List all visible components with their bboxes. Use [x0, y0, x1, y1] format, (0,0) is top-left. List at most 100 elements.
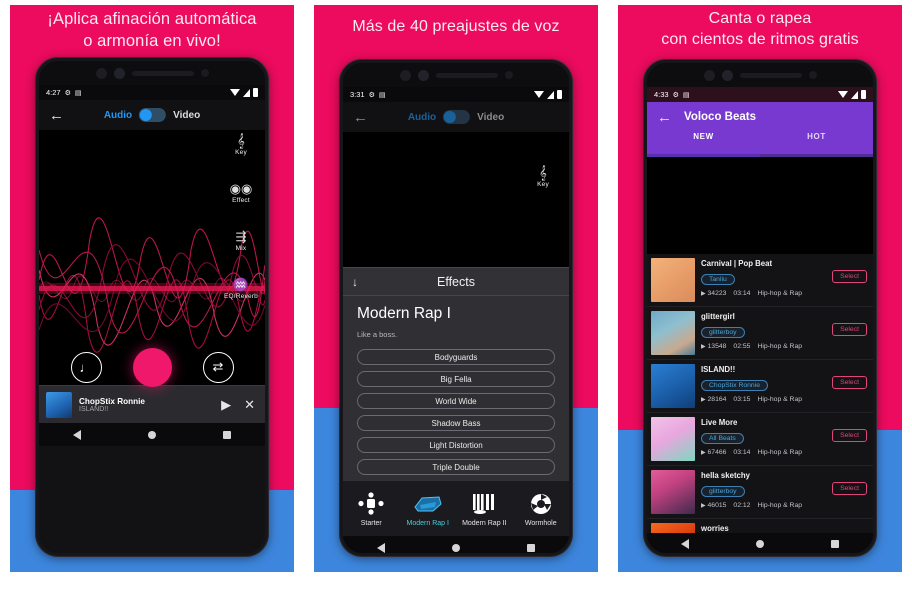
effect-item[interactable]: World Wide	[357, 393, 555, 409]
status-bar-left: 4:27 ⚙ ▤	[46, 88, 82, 97]
list-item[interactable]: hella sketchy glitterboy ▶ 46015 02:12 H…	[647, 466, 873, 519]
close-icon[interactable]: ✕	[241, 397, 258, 413]
tab-modern-rap-1[interactable]: Modern Rap I	[400, 490, 457, 527]
key-label: Key	[235, 149, 247, 156]
side-tool-effect[interactable]: ◉◉ Effect	[230, 182, 253, 205]
beats-list[interactable]: Carnival | Pop Beat Tanliu ▶ 34223 03:14…	[647, 253, 873, 533]
play-count: ▶ 34223	[701, 290, 726, 297]
nav-home-icon[interactable]	[451, 543, 460, 552]
settings-gear-icon: ⚙	[672, 91, 679, 99]
phone-bezel-top	[39, 61, 265, 85]
signal-icon	[851, 90, 858, 99]
nav-back-icon[interactable]	[72, 429, 81, 440]
beat-stats: ▶ 34223 03:14 Hip-hop & Rap	[701, 290, 867, 297]
beat-artist-tag[interactable]: glitterboy	[701, 326, 745, 338]
audio-label[interactable]: Audio	[104, 110, 132, 121]
nav-home-icon[interactable]	[755, 540, 764, 548]
arrow-down-icon[interactable]: ↓	[352, 275, 358, 289]
wifi-icon	[230, 89, 240, 96]
effect-item[interactable]: Light Distortion	[357, 437, 555, 453]
beat-duration: 03:14	[733, 448, 751, 456]
tab-new[interactable]: NEW	[647, 132, 760, 154]
audio-video-switch[interactable]	[443, 110, 471, 124]
proximity-sensor-icon	[200, 69, 209, 77]
frame-top	[0, 0, 304, 5]
beat-genre: Hip-hop & Rap	[757, 289, 803, 297]
beat-artwork	[651, 363, 695, 408]
app-screen-3: Carnival | Pop Beat Tanliu ▶ 34223 03:14…	[647, 156, 873, 553]
headline-line-1: Canta o rapea	[708, 10, 812, 27]
video-label[interactable]: Video	[173, 110, 200, 121]
back-arrow-icon[interactable]: ←	[657, 110, 672, 125]
beat-artist-tag[interactable]: glitterboy	[701, 485, 745, 497]
nav-back-icon[interactable]	[376, 542, 385, 553]
earpiece-speaker	[435, 72, 498, 78]
music-note-icon[interactable]: ♩	[70, 351, 102, 383]
now-playing-artwork	[46, 391, 72, 418]
nav-back-icon[interactable]	[680, 539, 689, 549]
headline-line-1: Más de 40 preajustes de voz	[352, 18, 560, 35]
select-button[interactable]: Select	[832, 269, 867, 283]
battery-icon	[253, 88, 258, 97]
frame-right	[902, 0, 912, 590]
tab-wormhole-label: Wormhole	[524, 520, 557, 527]
effect-item[interactable]: Shadow Bass	[357, 415, 555, 431]
effect-item[interactable]: Big Fella	[357, 371, 555, 387]
play-icon[interactable]: ▶	[218, 397, 234, 413]
panel-2-headline: Más de 40 preajustes de voz	[304, 16, 608, 37]
beat-title: glittergirl	[701, 311, 735, 321]
effects-sheet-title: Effects	[437, 274, 475, 289]
effect-item[interactable]: Triple Double	[357, 459, 555, 475]
audio-label[interactable]: Audio	[408, 112, 436, 123]
nav-home-icon[interactable]	[147, 430, 156, 439]
list-item[interactable]: Live More All Beats ▶ 67466 03:14 Hip-ho…	[647, 413, 873, 466]
list-item[interactable]: Carnival | Pop Beat Tanliu ▶ 34223 03:14…	[647, 254, 873, 307]
select-button[interactable]: Select	[832, 481, 867, 495]
record-button[interactable]	[132, 347, 172, 387]
beat-artist-tag[interactable]: All Beats	[701, 432, 744, 444]
status-bar: 4:27 ⚙ ▤	[39, 85, 265, 100]
nav-recents-icon[interactable]	[527, 543, 536, 552]
nav-recents-icon[interactable]	[223, 430, 232, 439]
beat-artist-tag[interactable]: ChopStix Ronnie	[701, 379, 769, 391]
android-nav-bar	[647, 532, 873, 553]
select-button[interactable]: Select	[832, 375, 867, 389]
phone-mockup-1: 4:27 ⚙ ▤ ← Audio Video 𝄞 Key ◉◉ Effect ⇶…	[36, 58, 268, 556]
promo-panel-1: ¡Aplica afinación automática o armonía e…	[0, 0, 304, 590]
side-tool-key[interactable]: 𝄞 Key	[537, 166, 549, 189]
effect-item[interactable]: Bodyguards	[357, 349, 555, 365]
audio-video-toggle[interactable]: Audio Video	[408, 110, 504, 124]
back-arrow-icon[interactable]: ←	[353, 110, 368, 125]
back-arrow-icon[interactable]: ←	[49, 108, 64, 123]
audio-video-switch[interactable]	[139, 108, 167, 122]
wormhole-icon	[513, 490, 570, 518]
tab-hot[interactable]: HOT	[760, 132, 873, 154]
beat-duration: 03:14	[733, 289, 751, 297]
select-button[interactable]: Select	[832, 322, 867, 336]
app-bar: ← Audio Video	[343, 102, 569, 132]
side-tool-eq-reverb[interactable]: ♒ EQ/Reverb	[224, 278, 258, 301]
select-button[interactable]: Select	[832, 428, 867, 442]
list-item[interactable]: glittergirl glitterboy ▶ 13548 02:55 Hip…	[647, 307, 873, 360]
nav-recents-icon[interactable]	[831, 540, 840, 548]
clipboard-icon: ▤	[682, 91, 690, 99]
shuffle-icon[interactable]: ⇄	[202, 351, 234, 383]
video-label[interactable]: Video	[477, 112, 504, 123]
audio-video-toggle[interactable]: Audio Video	[104, 108, 200, 122]
tab-modern-rap-2[interactable]: Modern Rap II	[456, 490, 513, 527]
list-item[interactable]: ISLAND!! ChopStix Ronnie ▶ 28164 03:15 H…	[647, 360, 873, 413]
status-bar-left: 3:31 ⚙ ▤	[350, 90, 386, 99]
frame-top	[304, 0, 608, 5]
beat-duration: 03:15	[733, 395, 751, 403]
app-bar: ← Audio Video	[39, 100, 265, 130]
play-count: ▶ 13548	[701, 343, 726, 350]
side-tool-key[interactable]: 𝄞 Key	[235, 134, 247, 157]
status-bar: 4:33 ⚙ ▤	[647, 87, 873, 102]
list-item[interactable]: worries lildenist ▶ 4169 03:28 Hip-hop &…	[647, 519, 873, 533]
beat-artist-tag[interactable]: Tanliu	[701, 273, 735, 285]
side-tool-mix[interactable]: ⇶ Mix	[236, 230, 247, 253]
now-playing-bar[interactable]: ChopStix Ronnie ISLAND!! ▶ ✕	[39, 385, 265, 423]
tab-wormhole[interactable]: Wormhole	[513, 490, 570, 527]
tab-starter[interactable]: Starter	[343, 490, 400, 527]
signal-icon	[547, 90, 554, 99]
